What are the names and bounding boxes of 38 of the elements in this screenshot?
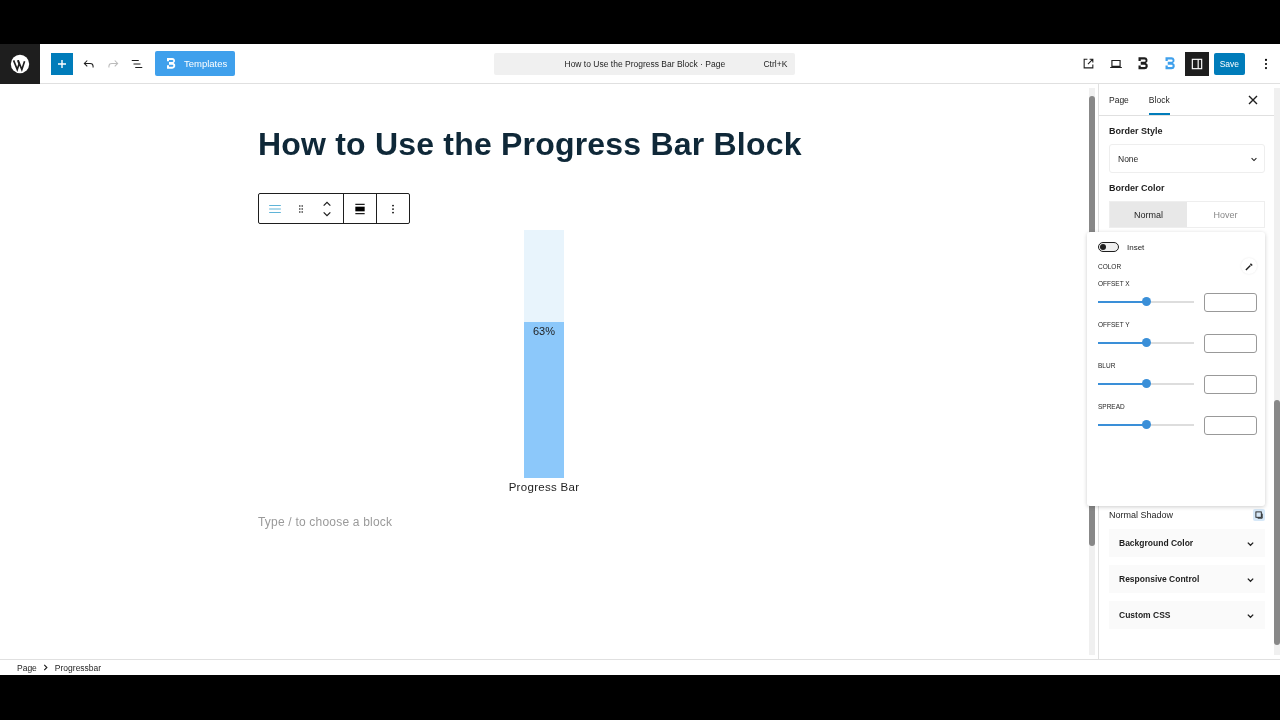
eyedropper-button[interactable]	[1241, 258, 1257, 274]
logo	[9, 52, 31, 75]
number-field[interactable]	[1204, 374, 1257, 394]
progress-caption: Progress Bar	[508, 481, 580, 493]
save-button[interactable]: Save	[1213, 52, 1245, 75]
chevron-icon	[42, 664, 49, 671]
inset-toggle[interactable]	[1098, 242, 1119, 252]
toggle-label: Inset	[1127, 242, 1145, 252]
number-field[interactable]	[1204, 333, 1257, 353]
wordpress-button[interactable]	[0, 43, 40, 84]
progress-value: 63%	[533, 324, 555, 337]
border-style-select[interactable]: None	[1109, 144, 1265, 173]
external-link-icon	[1082, 57, 1096, 70]
command-bar[interactable]: How to Use the Progress Bar Block · Page Ctrl+K	[494, 52, 796, 75]
breadcrumb-link[interactable]: Progressbar	[54, 662, 102, 673]
add-block-button[interactable]	[51, 52, 73, 75]
state-tab[interactable]: Normal	[1110, 202, 1187, 227]
field-label: Border Color	[1109, 183, 1166, 193]
settings-sidebar-button[interactable]	[1184, 51, 1209, 76]
edit-shadow-button[interactable]	[1253, 509, 1265, 521]
sidebar-tab[interactable]: Page	[1109, 84, 1129, 115]
sidebar-tab[interactable]: Block	[1148, 84, 1170, 115]
accordion-header[interactable]: Responsive Control	[1109, 565, 1265, 593]
number-field[interactable]	[1204, 292, 1257, 312]
plus-icon	[56, 57, 68, 70]
close-icon	[1248, 94, 1258, 105]
field-label: Border Style	[1109, 126, 1164, 136]
accordion-header[interactable]: Background Color	[1109, 529, 1265, 557]
number-field[interactable]	[1204, 415, 1257, 435]
copy-icon	[1254, 510, 1264, 520]
sidebar-icon	[1189, 56, 1204, 71]
field-label: Normal Shadow	[1109, 510, 1174, 520]
accordion-header[interactable]: Custom CSS	[1109, 601, 1265, 629]
scrollbar[interactable]	[1274, 88, 1280, 655]
page-title[interactable]: How to Use the Progress Bar Block	[258, 126, 1088, 163]
shortcut-hint: Ctrl+K	[763, 58, 788, 69]
eyedropper-icon	[1244, 261, 1254, 271]
breadcrumb-link[interactable]: Page	[17, 662, 37, 673]
